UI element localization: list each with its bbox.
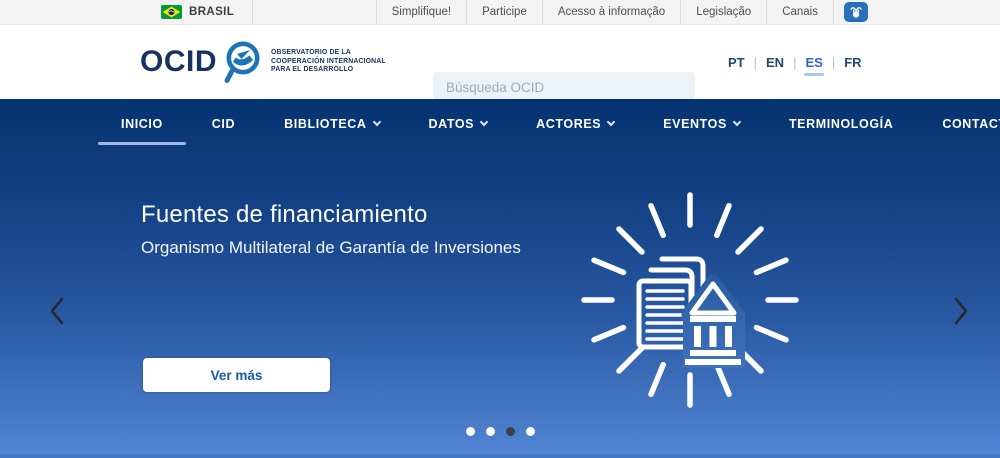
lang-separator: | bbox=[832, 55, 835, 70]
ocid-logo[interactable]: OCID OBSERVATORIO DE LA COOPERACIÓN INTE… bbox=[140, 39, 386, 85]
carousel-next-button[interactable] bbox=[946, 291, 976, 331]
search-input[interactable] bbox=[433, 72, 695, 102]
nav-item-inicio[interactable]: INICIO bbox=[121, 117, 163, 131]
topbar-link-legislacao[interactable]: Legislação bbox=[680, 0, 766, 24]
nav-item-actores[interactable]: ACTORES bbox=[536, 117, 614, 131]
footer-edge-strip bbox=[0, 454, 1000, 458]
slide-title: Fuentes de financiamiento bbox=[141, 201, 428, 229]
documents-bank-sunburst-illustration bbox=[575, 185, 805, 420]
site-header: OCID OBSERVATORIO DE LA COOPERACIÓN INTE… bbox=[0, 25, 1000, 99]
lang-separator: | bbox=[793, 55, 796, 70]
nav-item-terminologia[interactable]: TERMINOLOGÍA bbox=[789, 117, 893, 131]
chevron-left-icon bbox=[48, 296, 66, 326]
carousel-dots bbox=[0, 427, 1000, 436]
carousel-prev-button[interactable] bbox=[42, 291, 72, 331]
magnifier-logo-icon bbox=[222, 39, 264, 85]
topbar-links: Simplifique! Participe Acesso à informaç… bbox=[376, 0, 868, 24]
sign-language-hands-icon bbox=[849, 6, 863, 19]
chevron-down-icon bbox=[372, 118, 380, 126]
lang-en[interactable]: EN bbox=[766, 55, 784, 70]
chevron-down-icon bbox=[733, 118, 741, 126]
language-switcher: PT | EN | ES | FR bbox=[728, 25, 862, 99]
vlibras-accessibility-button[interactable] bbox=[844, 2, 868, 22]
slide-subtitle: Organismo Multilateral de Garantía de In… bbox=[141, 238, 521, 258]
topbar-link-canais[interactable]: Canais bbox=[766, 0, 833, 24]
logo-full-name: OBSERVATORIO DE LA COOPERACIÓN INTERNACI… bbox=[271, 49, 386, 75]
ver-mas-button[interactable]: Ver más bbox=[143, 358, 330, 392]
lang-pt[interactable]: PT bbox=[728, 55, 745, 70]
lang-es[interactable]: ES bbox=[805, 55, 822, 70]
carousel-dot-4[interactable] bbox=[526, 427, 535, 436]
accessibility-area bbox=[833, 0, 868, 24]
topbar-link-participe[interactable]: Participe bbox=[466, 0, 542, 24]
lang-separator: | bbox=[754, 55, 757, 70]
nav-item-datos[interactable]: DATOS bbox=[429, 117, 488, 131]
topbar-link-acesso-informacao[interactable]: Acesso à informação bbox=[542, 0, 680, 24]
nav-item-biblioteca[interactable]: BIBLIOTECA bbox=[284, 117, 379, 131]
chevron-down-icon bbox=[607, 118, 615, 126]
hero-section: INICIO CID BIBLIOTECA DATOS ACTORES EVEN… bbox=[0, 99, 1000, 458]
nav-item-contacto[interactable]: CONTACTO bbox=[942, 117, 1000, 131]
lang-fr[interactable]: FR bbox=[844, 55, 861, 70]
brasil-brand[interactable]: BRASIL bbox=[161, 0, 253, 24]
topbar-link-simplifique[interactable]: Simplifique! bbox=[376, 0, 466, 24]
nav-item-eventos[interactable]: EVENTOS bbox=[663, 117, 740, 131]
carousel-dot-1[interactable] bbox=[466, 427, 475, 436]
carousel-dot-3[interactable] bbox=[506, 427, 515, 436]
chevron-down-icon bbox=[480, 118, 488, 126]
ocid-wordmark: OCID bbox=[140, 47, 217, 77]
government-topbar: BRASIL Simplifique! Participe Acesso à i… bbox=[0, 0, 1000, 25]
nav-item-cid[interactable]: CID bbox=[212, 117, 235, 131]
brazil-flag-icon bbox=[161, 5, 182, 19]
chevron-right-icon bbox=[952, 296, 970, 326]
main-navigation: INICIO CID BIBLIOTECA DATOS ACTORES EVEN… bbox=[0, 99, 1000, 149]
brasil-label[interactable]: BRASIL bbox=[189, 6, 234, 18]
carousel-dot-2[interactable] bbox=[486, 427, 495, 436]
